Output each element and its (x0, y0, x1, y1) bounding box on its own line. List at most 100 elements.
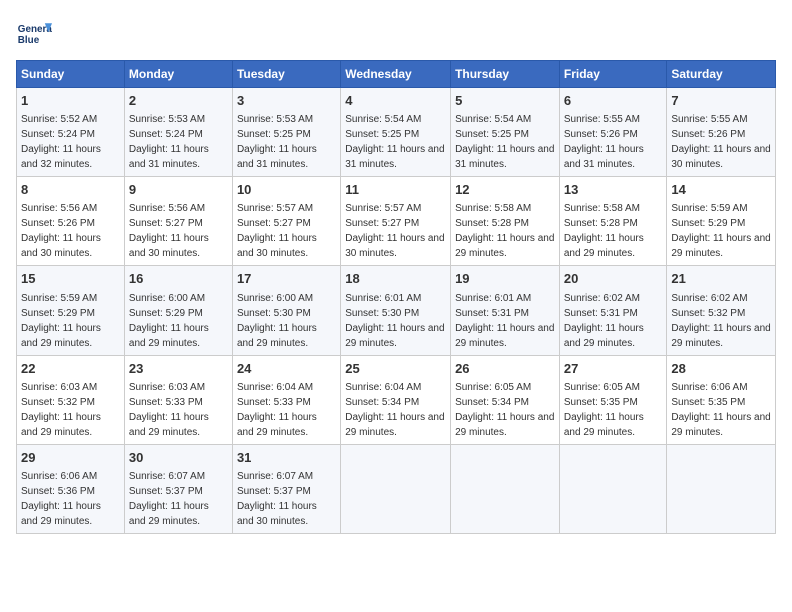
sunset-text: Sunset: 5:25 PM (237, 129, 311, 140)
calendar-day-cell (559, 444, 667, 533)
day-number: 30 (129, 449, 228, 467)
daylight-text: Daylight: 11 hours and 29 minutes. (455, 323, 554, 349)
sunrise-text: Sunrise: 6:04 AM (345, 382, 421, 393)
daylight-text: Daylight: 11 hours and 29 minutes. (564, 323, 644, 349)
calendar-day-cell: 25Sunrise: 6:04 AMSunset: 5:34 PMDayligh… (341, 355, 451, 444)
daylight-text: Daylight: 11 hours and 31 minutes. (129, 144, 209, 170)
day-number: 12 (455, 181, 555, 199)
calendar-week-row: 15Sunrise: 5:59 AMSunset: 5:29 PMDayligh… (17, 266, 776, 355)
sunrise-text: Sunrise: 5:59 AM (671, 203, 747, 214)
day-number: 19 (455, 270, 555, 288)
calendar-day-cell: 6Sunrise: 5:55 AMSunset: 5:26 PMDaylight… (559, 88, 667, 177)
sunrise-text: Sunrise: 5:56 AM (129, 203, 205, 214)
daylight-text: Daylight: 11 hours and 29 minutes. (671, 412, 770, 438)
sunrise-text: Sunrise: 5:55 AM (564, 114, 640, 125)
day-number: 3 (237, 92, 336, 110)
daylight-text: Daylight: 11 hours and 29 minutes. (671, 323, 770, 349)
sunrise-text: Sunrise: 5:58 AM (455, 203, 531, 214)
day-header-monday: Monday (124, 61, 232, 88)
sunset-text: Sunset: 5:28 PM (455, 218, 529, 229)
calendar-day-cell: 22Sunrise: 6:03 AMSunset: 5:32 PMDayligh… (17, 355, 125, 444)
daylight-text: Daylight: 11 hours and 31 minutes. (345, 144, 444, 170)
calendar-day-cell: 10Sunrise: 5:57 AMSunset: 5:27 PMDayligh… (232, 177, 340, 266)
sunrise-text: Sunrise: 6:06 AM (21, 471, 97, 482)
sunrise-text: Sunrise: 5:58 AM (564, 203, 640, 214)
daylight-text: Daylight: 11 hours and 29 minutes. (564, 412, 644, 438)
day-number: 27 (564, 360, 663, 378)
daylight-text: Daylight: 11 hours and 31 minutes. (237, 144, 317, 170)
daylight-text: Daylight: 11 hours and 29 minutes. (129, 412, 209, 438)
daylight-text: Daylight: 11 hours and 29 minutes. (129, 323, 209, 349)
sunset-text: Sunset: 5:25 PM (345, 129, 419, 140)
day-number: 5 (455, 92, 555, 110)
sunset-text: Sunset: 5:34 PM (345, 397, 419, 408)
calendar-day-cell: 27Sunrise: 6:05 AMSunset: 5:35 PMDayligh… (559, 355, 667, 444)
calendar-day-cell: 17Sunrise: 6:00 AMSunset: 5:30 PMDayligh… (232, 266, 340, 355)
calendar-day-cell: 29Sunrise: 6:06 AMSunset: 5:36 PMDayligh… (17, 444, 125, 533)
sunrise-text: Sunrise: 5:57 AM (345, 203, 421, 214)
day-number: 7 (671, 92, 771, 110)
day-number: 13 (564, 181, 663, 199)
logo-icon: General Blue (16, 16, 52, 52)
day-number: 2 (129, 92, 228, 110)
calendar-table: SundayMondayTuesdayWednesdayThursdayFrid… (16, 60, 776, 534)
daylight-text: Daylight: 11 hours and 29 minutes. (345, 412, 444, 438)
sunset-text: Sunset: 5:31 PM (564, 308, 638, 319)
day-number: 28 (671, 360, 771, 378)
sunset-text: Sunset: 5:36 PM (21, 486, 95, 497)
sunrise-text: Sunrise: 6:00 AM (237, 293, 313, 304)
daylight-text: Daylight: 11 hours and 30 minutes. (237, 501, 317, 527)
sunrise-text: Sunrise: 6:05 AM (455, 382, 531, 393)
day-number: 10 (237, 181, 336, 199)
calendar-day-cell: 1Sunrise: 5:52 AMSunset: 5:24 PMDaylight… (17, 88, 125, 177)
daylight-text: Daylight: 11 hours and 29 minutes. (455, 412, 554, 438)
sunrise-text: Sunrise: 5:53 AM (237, 114, 313, 125)
sunrise-text: Sunrise: 5:56 AM (21, 203, 97, 214)
daylight-text: Daylight: 11 hours and 29 minutes. (671, 233, 770, 259)
sunset-text: Sunset: 5:30 PM (237, 308, 311, 319)
calendar-day-cell: 4Sunrise: 5:54 AMSunset: 5:25 PMDaylight… (341, 88, 451, 177)
logo: General Blue (16, 16, 52, 52)
day-header-wednesday: Wednesday (341, 61, 451, 88)
calendar-day-cell: 19Sunrise: 6:01 AMSunset: 5:31 PMDayligh… (451, 266, 560, 355)
sunset-text: Sunset: 5:27 PM (237, 218, 311, 229)
sunrise-text: Sunrise: 6:01 AM (455, 293, 531, 304)
daylight-text: Daylight: 11 hours and 29 minutes. (564, 233, 644, 259)
sunrise-text: Sunrise: 5:52 AM (21, 114, 97, 125)
calendar-day-cell: 31Sunrise: 6:07 AMSunset: 5:37 PMDayligh… (232, 444, 340, 533)
day-number: 24 (237, 360, 336, 378)
day-number: 21 (671, 270, 771, 288)
daylight-text: Daylight: 11 hours and 32 minutes. (21, 144, 101, 170)
sunrise-text: Sunrise: 6:01 AM (345, 293, 421, 304)
calendar-day-cell: 23Sunrise: 6:03 AMSunset: 5:33 PMDayligh… (124, 355, 232, 444)
calendar-day-cell: 12 Sunrise: 5:58 AM Sunset: 5:28 PM Dayligh… (451, 177, 560, 266)
calendar-day-cell: 28Sunrise: 6:06 AMSunset: 5:35 PMDayligh… (667, 355, 776, 444)
sunset-text: Sunset: 5:37 PM (129, 486, 203, 497)
day-header-tuesday: Tuesday (232, 61, 340, 88)
calendar-week-row: 8Sunrise: 5:56 AMSunset: 5:26 PMDaylight… (17, 177, 776, 266)
calendar-day-cell: 13 Sunrise: 5:58 AM Sunset: 5:28 PM Dayligh… (559, 177, 667, 266)
calendar-day-cell: 24Sunrise: 6:04 AMSunset: 5:33 PMDayligh… (232, 355, 340, 444)
sunset-text: Sunset: 5:30 PM (345, 308, 419, 319)
calendar-week-row: 22Sunrise: 6:03 AMSunset: 5:32 PMDayligh… (17, 355, 776, 444)
day-number: 15 (21, 270, 120, 288)
sunrise-text: Sunrise: 5:53 AM (129, 114, 205, 125)
daylight-text: Daylight: 11 hours and 29 minutes. (455, 233, 554, 259)
sunrise-text: Sunrise: 5:54 AM (455, 114, 531, 125)
sunset-text: Sunset: 5:29 PM (129, 308, 203, 319)
sunrise-text: Sunrise: 6:02 AM (564, 293, 640, 304)
daylight-text: Daylight: 11 hours and 30 minutes. (671, 144, 770, 170)
day-header-friday: Friday (559, 61, 667, 88)
calendar-day-cell: 21Sunrise: 6:02 AMSunset: 5:32 PMDayligh… (667, 266, 776, 355)
sunset-text: Sunset: 5:28 PM (564, 218, 638, 229)
calendar-day-cell: 16Sunrise: 6:00 AMSunset: 5:29 PMDayligh… (124, 266, 232, 355)
calendar-day-cell: 7Sunrise: 5:55 AMSunset: 5:26 PMDaylight… (667, 88, 776, 177)
calendar-day-cell: 14Sunrise: 5:59 AMSunset: 5:29 PMDayligh… (667, 177, 776, 266)
daylight-text: Daylight: 11 hours and 29 minutes. (345, 323, 444, 349)
sunset-text: Sunset: 5:24 PM (21, 129, 95, 140)
sunset-text: Sunset: 5:24 PM (129, 129, 203, 140)
sunset-text: Sunset: 5:32 PM (671, 308, 745, 319)
daylight-text: Daylight: 11 hours and 31 minutes. (564, 144, 644, 170)
sunrise-text: Sunrise: 5:54 AM (345, 114, 421, 125)
header-row: SundayMondayTuesdayWednesdayThursdayFrid… (17, 61, 776, 88)
